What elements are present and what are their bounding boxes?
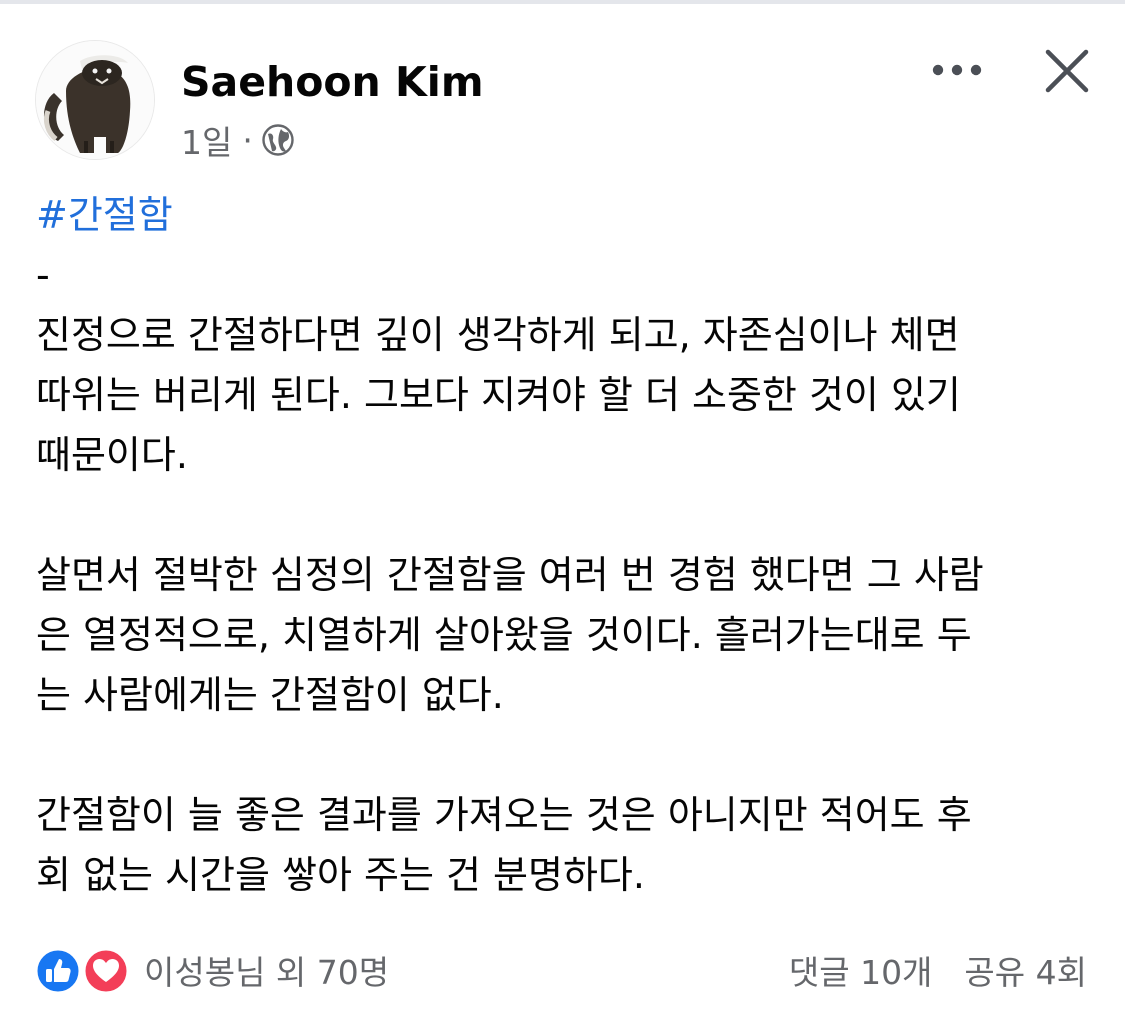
post-meta: 1일 · <box>181 118 295 162</box>
post-body: #간절함 - 진정으로 간절하다면 깊이 생각하게 되고, 자존심이나 체면 따… <box>36 185 1096 905</box>
reactions-text[interactable]: 이성봉님 외 70명 <box>144 946 389 994</box>
like-icon <box>34 947 82 995</box>
post-line: 때문이다. <box>36 433 188 477</box>
shares-count-link[interactable]: 공유 4회 <box>964 946 1087 994</box>
avatar[interactable] <box>35 40 155 160</box>
engagement-counts: 댓글 10개 공유 4회 <box>789 944 1087 996</box>
top-divider <box>0 0 1125 4</box>
post-line: 진정으로 간절하다면 깊이 생각하게 되고, 자존심이나 체면 <box>36 313 960 357</box>
more-horizontal-icon <box>932 64 982 76</box>
post-line: 간절함이 늘 좋은 결과를 가져오는 것은 아니지만 적어도 후 <box>36 793 972 837</box>
close-icon <box>1045 49 1089 93</box>
honey-badger-avatar-icon <box>36 41 154 159</box>
close-button[interactable] <box>1036 40 1098 102</box>
post-line: 따위는 버리게 된다. 그보다 지켜야 할 더 소중한 것이 있기 <box>36 373 961 417</box>
meta-separator: · <box>242 120 253 160</box>
post-line: 살면서 절박한 심정의 간절함을 여러 번 경험 했다면 그 사람 <box>36 553 984 597</box>
reaction-icons <box>34 946 134 995</box>
post-line: 는 사람에게는 간절함이 없다. <box>36 673 504 717</box>
love-icon <box>82 947 130 995</box>
post-dash: - <box>36 253 50 297</box>
reactions-summary[interactable]: 이성봉님 외 70명 <box>34 944 389 996</box>
post-time[interactable]: 1일 <box>181 116 232 164</box>
more-options-button[interactable] <box>926 46 988 94</box>
globe-icon[interactable] <box>261 123 295 157</box>
comments-count-link[interactable]: 댓글 10개 <box>789 946 933 994</box>
post-line: 회 없는 시간을 쌓아 주는 건 분명하다. <box>36 853 645 897</box>
hashtag-link[interactable]: #간절함 <box>36 185 1096 245</box>
author-name[interactable]: Saehoon Kim <box>181 54 484 110</box>
post-line: 은 열정적으로, 치열하게 살아왔을 것이다. 흘러가는대로 두 <box>36 613 972 657</box>
